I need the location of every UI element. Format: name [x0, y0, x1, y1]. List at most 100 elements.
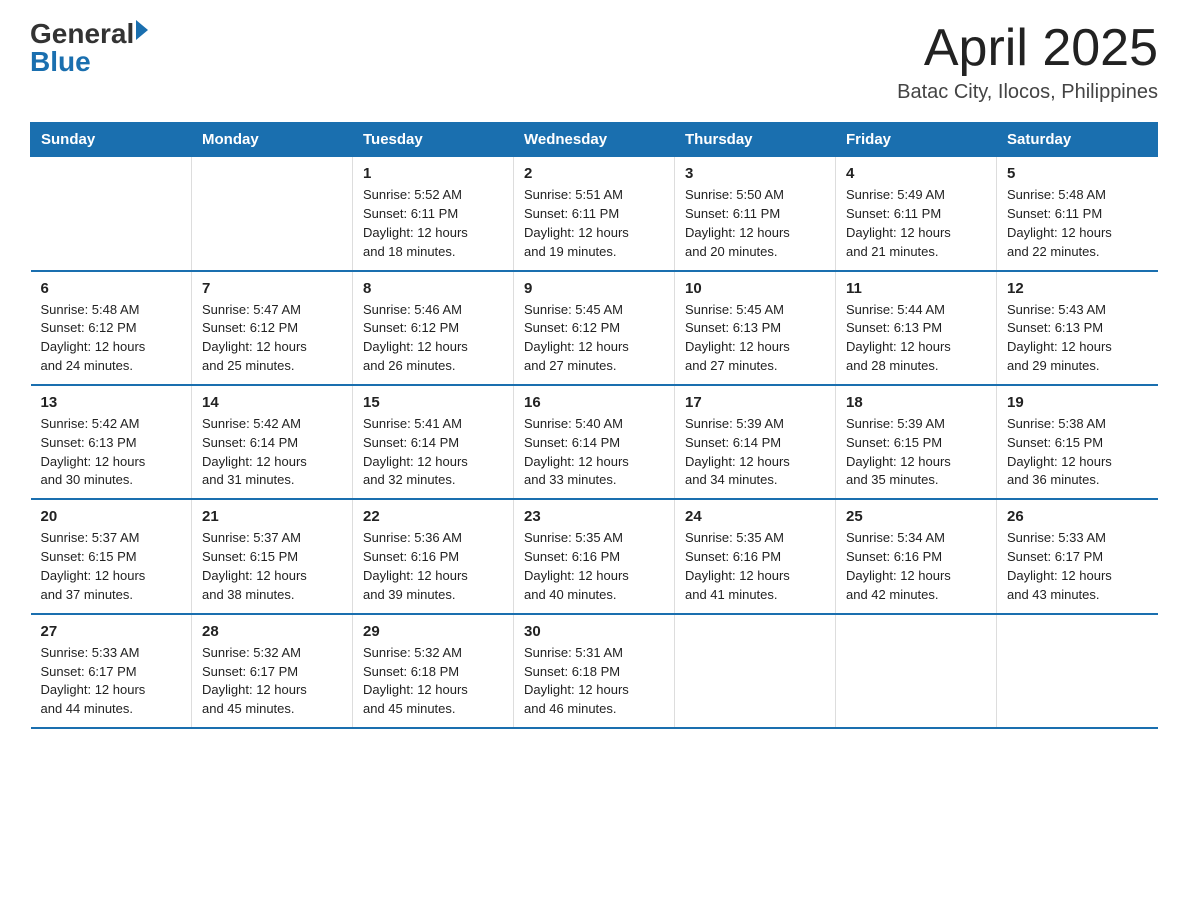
day-number: 12: [1007, 280, 1148, 297]
day-of-week-header: Wednesday: [514, 123, 675, 157]
day-info: Sunrise: 5:31 AM Sunset: 6:18 PM Dayligh…: [524, 644, 664, 719]
day-info: Sunrise: 5:41 AM Sunset: 6:14 PM Dayligh…: [363, 415, 503, 490]
calendar-cell: 26 Sunrise: 5:33 AM Sunset: 6:17 PM Dayli…: [997, 499, 1158, 613]
day-number: 9: [524, 280, 664, 297]
calendar-cell: 14Sunrise: 5:42 AM Sunset: 6:14 PM Dayli…: [192, 385, 353, 499]
calendar-cell: [836, 614, 997, 728]
day-info: Sunrise: 5:37 AM Sunset: 6:15 PM Dayligh…: [41, 529, 182, 604]
calendar-cell: 23 Sunrise: 5:35 AM Sunset: 6:16 PM Dayli…: [514, 499, 675, 613]
calendar-header-row: SundayMondayTuesdayWednesdayThursdayFrid…: [31, 123, 1158, 157]
day-info: Sunrise: 5:38 AM Sunset: 6:15 PM Dayligh…: [1007, 415, 1148, 490]
day-number: 22: [363, 508, 503, 525]
day-number: 14: [202, 394, 342, 411]
logo-general-text: General: [30, 20, 134, 48]
day-info: Sunrise: 5:49 AM Sunset: 6:11 PM Dayligh…: [846, 186, 986, 261]
calendar-cell: 18 Sunrise: 5:39 AM Sunset: 6:15 PM Dayli…: [836, 385, 997, 499]
day-number: 21: [202, 508, 342, 525]
logo: General Blue: [30, 20, 148, 76]
day-info: Sunrise: 5:43 AM Sunset: 6:13 PM Dayligh…: [1007, 301, 1148, 376]
day-number: 11: [846, 280, 986, 297]
day-number: 8: [363, 280, 503, 297]
day-info: Sunrise: 5:52 AM Sunset: 6:11 PM Dayligh…: [363, 186, 503, 261]
day-number: 3: [685, 165, 825, 182]
day-info: Sunrise: 5:48 AM Sunset: 6:12 PM Dayligh…: [41, 301, 182, 376]
day-number: 23: [524, 508, 664, 525]
day-info: Sunrise: 5:34 AM Sunset: 6:16 PM Dayligh…: [846, 529, 986, 604]
day-number: 13: [41, 394, 182, 411]
calendar-cell: 10 Sunrise: 5:45 AM Sunset: 6:13 PM Dayli…: [675, 271, 836, 385]
calendar-cell: 12 Sunrise: 5:43 AM Sunset: 6:13 PM Dayli…: [997, 271, 1158, 385]
day-of-week-header: Tuesday: [353, 123, 514, 157]
day-info: Sunrise: 5:39 AM Sunset: 6:14 PM Dayligh…: [685, 415, 825, 490]
day-info: Sunrise: 5:33 AM Sunset: 6:17 PM Dayligh…: [1007, 529, 1148, 604]
calendar-cell: 24Sunrise: 5:35 AM Sunset: 6:16 PM Dayli…: [675, 499, 836, 613]
day-of-week-header: Thursday: [675, 123, 836, 157]
calendar-cell: [675, 614, 836, 728]
calendar-cell: 15 Sunrise: 5:41 AM Sunset: 6:14 PM Dayli…: [353, 385, 514, 499]
calendar-cell: 27Sunrise: 5:33 AM Sunset: 6:17 PM Dayli…: [31, 614, 192, 728]
calendar-cell: [31, 157, 192, 271]
calendar-week-row: 20 Sunrise: 5:37 AM Sunset: 6:15 PM Dayli…: [31, 499, 1158, 613]
calendar-cell: 9Sunrise: 5:45 AM Sunset: 6:12 PM Daylig…: [514, 271, 675, 385]
calendar-week-row: 27Sunrise: 5:33 AM Sunset: 6:17 PM Dayli…: [31, 614, 1158, 728]
day-info: Sunrise: 5:45 AM Sunset: 6:13 PM Dayligh…: [685, 301, 825, 376]
day-info: Sunrise: 5:42 AM Sunset: 6:13 PM Dayligh…: [41, 415, 182, 490]
day-number: 15: [363, 394, 503, 411]
day-info: Sunrise: 5:51 AM Sunset: 6:11 PM Dayligh…: [524, 186, 664, 261]
day-number: 30: [524, 623, 664, 640]
calendar-cell: 30 Sunrise: 5:31 AM Sunset: 6:18 PM Dayli…: [514, 614, 675, 728]
calendar-cell: 3 Sunrise: 5:50 AM Sunset: 6:11 PM Daylig…: [675, 157, 836, 271]
day-number: 4: [846, 165, 986, 182]
calendar-cell: 8 Sunrise: 5:46 AM Sunset: 6:12 PM Daylig…: [353, 271, 514, 385]
day-info: Sunrise: 5:32 AM Sunset: 6:18 PM Dayligh…: [363, 644, 503, 719]
day-number: 26: [1007, 508, 1148, 525]
calendar-cell: 11Sunrise: 5:44 AM Sunset: 6:13 PM Dayli…: [836, 271, 997, 385]
calendar-cell: 2 Sunrise: 5:51 AM Sunset: 6:11 PM Daylig…: [514, 157, 675, 271]
day-number: 18: [846, 394, 986, 411]
day-info: Sunrise: 5:46 AM Sunset: 6:12 PM Dayligh…: [363, 301, 503, 376]
day-number: 7: [202, 280, 342, 297]
day-info: Sunrise: 5:47 AM Sunset: 6:12 PM Dayligh…: [202, 301, 342, 376]
day-number: 1: [363, 165, 503, 182]
day-number: 17: [685, 394, 825, 411]
calendar-cell: 16 Sunrise: 5:40 AM Sunset: 6:14 PM Dayli…: [514, 385, 675, 499]
day-number: 2: [524, 165, 664, 182]
day-of-week-header: Saturday: [997, 123, 1158, 157]
day-of-week-header: Friday: [836, 123, 997, 157]
day-number: 5: [1007, 165, 1148, 182]
calendar-cell: 7 Sunrise: 5:47 AM Sunset: 6:12 PM Daylig…: [192, 271, 353, 385]
day-info: Sunrise: 5:50 AM Sunset: 6:11 PM Dayligh…: [685, 186, 825, 261]
calendar-week-row: 1 Sunrise: 5:52 AM Sunset: 6:11 PM Daylig…: [31, 157, 1158, 271]
logo-blue-text: Blue: [30, 48, 91, 76]
day-of-week-header: Sunday: [31, 123, 192, 157]
calendar-cell: 21Sunrise: 5:37 AM Sunset: 6:15 PM Dayli…: [192, 499, 353, 613]
calendar-cell: 20 Sunrise: 5:37 AM Sunset: 6:15 PM Dayli…: [31, 499, 192, 613]
calendar-cell: 4 Sunrise: 5:49 AM Sunset: 6:11 PM Daylig…: [836, 157, 997, 271]
calendar-week-row: 6Sunrise: 5:48 AM Sunset: 6:12 PM Daylig…: [31, 271, 1158, 385]
day-info: Sunrise: 5:32 AM Sunset: 6:17 PM Dayligh…: [202, 644, 342, 719]
calendar-cell: 1 Sunrise: 5:52 AM Sunset: 6:11 PM Daylig…: [353, 157, 514, 271]
calendar-cell: 25Sunrise: 5:34 AM Sunset: 6:16 PM Dayli…: [836, 499, 997, 613]
day-info: Sunrise: 5:33 AM Sunset: 6:17 PM Dayligh…: [41, 644, 182, 719]
day-number: 19: [1007, 394, 1148, 411]
day-number: 10: [685, 280, 825, 297]
calendar-cell: 22 Sunrise: 5:36 AM Sunset: 6:16 PM Dayli…: [353, 499, 514, 613]
day-number: 24: [685, 508, 825, 525]
day-of-week-header: Monday: [192, 123, 353, 157]
day-info: Sunrise: 5:40 AM Sunset: 6:14 PM Dayligh…: [524, 415, 664, 490]
day-number: 20: [41, 508, 182, 525]
day-info: Sunrise: 5:39 AM Sunset: 6:15 PM Dayligh…: [846, 415, 986, 490]
day-number: 29: [363, 623, 503, 640]
day-number: 16: [524, 394, 664, 411]
calendar-cell: [997, 614, 1158, 728]
calendar-week-row: 13 Sunrise: 5:42 AM Sunset: 6:13 PM Dayli…: [31, 385, 1158, 499]
calendar-table: SundayMondayTuesdayWednesdayThursdayFrid…: [30, 122, 1158, 729]
day-info: Sunrise: 5:35 AM Sunset: 6:16 PM Dayligh…: [524, 529, 664, 604]
day-info: Sunrise: 5:48 AM Sunset: 6:11 PM Dayligh…: [1007, 186, 1148, 261]
day-info: Sunrise: 5:36 AM Sunset: 6:16 PM Dayligh…: [363, 529, 503, 604]
day-number: 28: [202, 623, 342, 640]
calendar-cell: 17 Sunrise: 5:39 AM Sunset: 6:14 PM Dayli…: [675, 385, 836, 499]
title-block: April 2025 Batac City, Ilocos, Philippin…: [897, 20, 1158, 104]
calendar-location: Batac City, Ilocos, Philippines: [897, 81, 1158, 104]
page-header: General Blue April 2025 Batac City, Iloc…: [30, 20, 1158, 104]
